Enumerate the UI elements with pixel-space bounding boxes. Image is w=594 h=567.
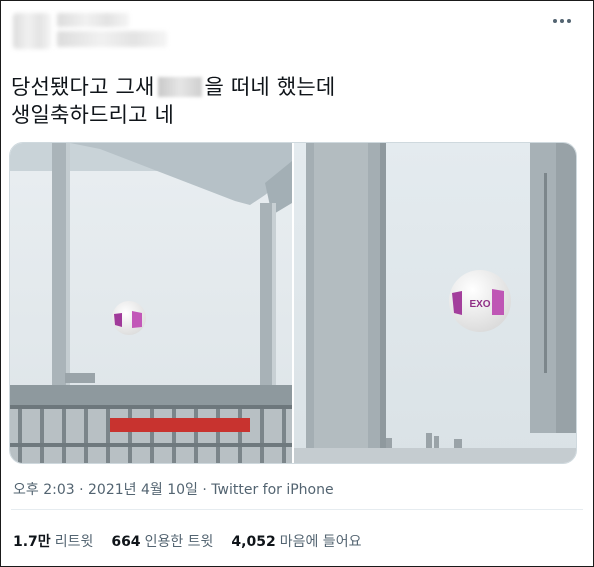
more-dot-icon	[560, 19, 564, 23]
author-handle-redacted[interactable]	[57, 31, 167, 47]
tweet-time: 오후 2:03	[13, 482, 75, 498]
meta-separator: ·	[74, 482, 89, 498]
photo-left-image	[10, 143, 292, 463]
engagement-stats: 1.7만 리트윗 664 인용한 트윗 4,052 마음에 들어요	[13, 531, 379, 551]
tweet-header	[1, 1, 593, 61]
photo-right[interactable]: EXO	[294, 143, 576, 463]
tweet-text-part2: 을 떠네 했는데	[204, 75, 336, 99]
more-options-button[interactable]	[551, 11, 573, 31]
tweet-text-part1: 당선됐다고 그새	[11, 75, 155, 99]
quotes-stat[interactable]: 664 인용한 트윗	[111, 531, 213, 551]
photo-left[interactable]	[10, 143, 292, 463]
quotes-label: 인용한 트윗	[144, 534, 214, 550]
balloon-text: EXO	[469, 299, 490, 310]
divider	[11, 509, 583, 510]
tweet-text: 당선됐다고 그새 을 떠네 했는데 생일축하드리고 네	[11, 73, 581, 129]
quotes-count: 664	[111, 534, 141, 550]
tweet-text-line2: 생일축하드리고 네	[11, 103, 175, 127]
author-name-redacted[interactable]	[57, 13, 129, 27]
tweet-date: 2021년 4월 10일	[88, 482, 198, 498]
meta-separator: ·	[197, 482, 212, 498]
tweet-card: 당선됐다고 그새 을 떠네 했는데 생일축하드리고 네 EXO 오후 2:03 …	[0, 0, 594, 567]
more-dot-icon	[567, 19, 571, 23]
tweet-timestamp-link[interactable]: 오후 2:03 · 2021년 4월 10일	[13, 482, 198, 498]
likes-stat[interactable]: 4,052 마음에 들어요	[231, 531, 361, 551]
likes-label: 마음에 들어요	[279, 534, 362, 550]
tweet-meta: 오후 2:03 · 2021년 4월 10일 · Twitter for iPh…	[13, 479, 334, 499]
likes-count: 4,052	[231, 534, 276, 550]
photo-right-image: EXO	[294, 143, 576, 463]
tweet-client-link[interactable]: Twitter for iPhone	[211, 482, 333, 498]
media-grid: EXO	[9, 142, 577, 464]
retweets-label: 리트윗	[54, 534, 94, 550]
retweets-stat[interactable]: 1.7만 리트윗	[13, 531, 93, 551]
redacted-name	[157, 77, 202, 97]
retweets-count: 1.7만	[13, 534, 51, 550]
avatar[interactable]	[13, 13, 51, 49]
more-dot-icon	[553, 19, 557, 23]
